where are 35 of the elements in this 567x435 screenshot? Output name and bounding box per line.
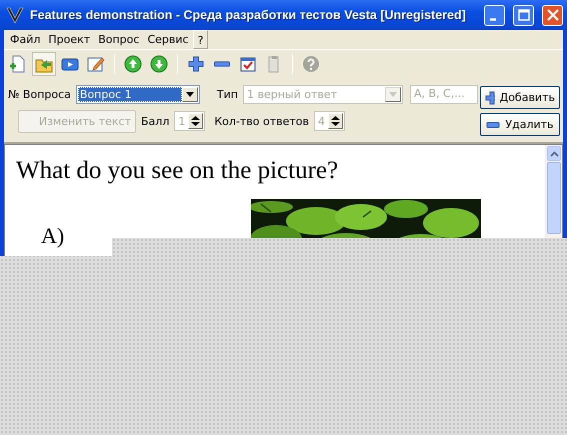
toolbar-button[interactable] (32, 52, 56, 76)
field-label: Тип (216, 88, 238, 100)
scroll-up-button[interactable] (547, 146, 561, 161)
maximize-button[interactable] (513, 4, 534, 26)
question-dropdown[interactable]: Вопрос 1 (76, 84, 200, 104)
answer-marker: A) (41, 225, 66, 250)
minimize-icon (490, 18, 496, 20)
minimize-button[interactable] (484, 4, 505, 26)
menu-item[interactable]: Проект (44, 30, 94, 49)
field-label: Балл (141, 114, 170, 128)
window-title: Features demonstration - Среда разработки тестов Vesta [Unregistered] (30, 8, 467, 22)
plus-icon (186, 54, 206, 74)
spin-arrows-icon (329, 114, 342, 128)
close-button[interactable] (542, 4, 563, 26)
menu-item[interactable]: Сервис (143, 30, 193, 49)
dropdown-arrow-icon (186, 92, 194, 96)
menu-item[interactable]: ? (192, 30, 208, 49)
field-label: Кол-тво ответов (214, 114, 310, 128)
maximize-icon (518, 9, 530, 21)
spin-arrows-icon (189, 114, 202, 128)
scrollbar-thumb[interactable] (547, 162, 561, 234)
menu-item[interactable]: Файл (6, 30, 44, 49)
minus-icon (486, 120, 500, 128)
delete-button[interactable]: Удалить (480, 113, 560, 136)
question-text: What do you see on the picture? (16, 157, 340, 185)
close-icon (546, 9, 558, 21)
app-logo-icon (6, 6, 24, 24)
minus-icon (214, 61, 230, 67)
dropdown-arrow-icon (388, 92, 397, 96)
chevron-up-icon (550, 150, 558, 156)
field-label: № Вопроса (8, 88, 71, 100)
add-button[interactable]: Добавить (480, 86, 560, 109)
plus-icon (484, 90, 495, 104)
menu-item[interactable]: Вопрос (94, 30, 144, 49)
help-icon (301, 54, 321, 74)
